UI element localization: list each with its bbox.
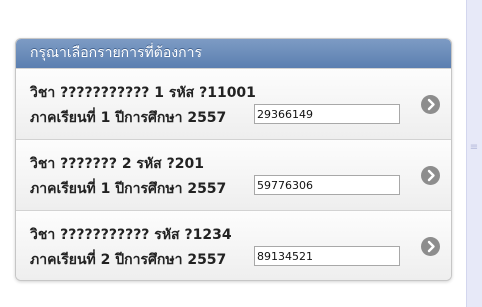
- course-title: วิชา ??????????? 1 รหัส ?11001: [30, 85, 256, 101]
- code-input[interactable]: [254, 104, 400, 124]
- course-term: ภาคเรียนที่ 1 ปีการศึกษา 2557: [30, 110, 227, 126]
- page: กรุณาเลือกรายการที่ต้องการ วิชา ????????…: [0, 0, 482, 307]
- course-title: วิชา ??????? 2 รหัส ?201: [30, 156, 204, 172]
- panel-header: กรุณาเลือกรายการที่ต้องการ: [16, 39, 451, 68]
- chevron-right-circle-icon[interactable]: [421, 237, 440, 256]
- list-item-course-1[interactable]: วิชา ??????????? 1 รหัส ?11001 ภาคเรียนท…: [16, 68, 451, 139]
- course-term: ภาคเรียนที่ 2 ปีการศึกษา 2557: [30, 252, 227, 268]
- course-title: วิชา ??????????? รหัส ?1234: [30, 227, 232, 243]
- list-item-course-3[interactable]: วิชา ??????????? รหัส ?1234 ภาคเรียนที่ …: [16, 210, 451, 280]
- scrollbar-grip-icon[interactable]: ≡: [469, 140, 479, 156]
- chevron-right-circle-icon[interactable]: [421, 95, 440, 114]
- selection-panel: กรุณาเลือกรายการที่ต้องการ วิชา ????????…: [15, 38, 452, 281]
- code-input[interactable]: [254, 175, 400, 195]
- chevron-right-circle-icon[interactable]: [421, 166, 440, 185]
- code-input[interactable]: [254, 246, 400, 266]
- list-item-course-2[interactable]: วิชา ??????? 2 รหัส ?201 ภาคเรียนที่ 1 ป…: [16, 139, 451, 210]
- course-term: ภาคเรียนที่ 1 ปีการศึกษา 2557: [30, 181, 227, 197]
